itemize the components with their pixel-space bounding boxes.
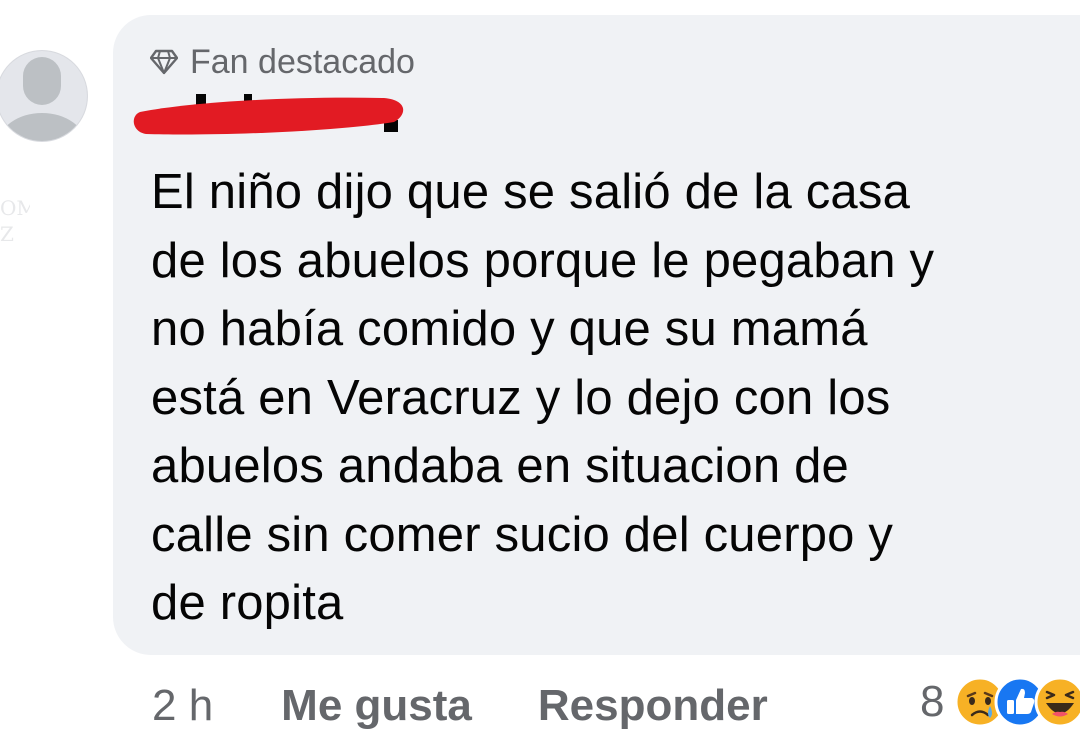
reaction-icons [954,672,1080,732]
timestamp[interactable]: 2 h [152,681,213,731]
comment-screenshot: OM Z Fan destacado El niño dijo que se s… [0,0,1080,740]
comment-actions: 2 h Me gusta Responder [152,676,834,736]
author-name-redaction [132,92,408,143]
default-avatar-icon [0,50,88,142]
reaction-count: 8 [920,677,945,726]
top-fan-badge: Fan destacado [150,40,415,84]
comment-text: El niño dijo que se salió de la casa de … [151,165,935,630]
reply-button[interactable]: Responder [538,681,768,731]
diamond-icon [150,49,178,75]
reactions-summary[interactable]: 8 [920,672,1080,732]
badge-label: Fan destacado [190,42,415,81]
watermark-fragment: OM Z [0,196,30,246]
haha-reaction-icon [1034,676,1080,728]
like-button[interactable]: Me gusta [281,681,472,731]
avatar[interactable] [0,17,93,143]
